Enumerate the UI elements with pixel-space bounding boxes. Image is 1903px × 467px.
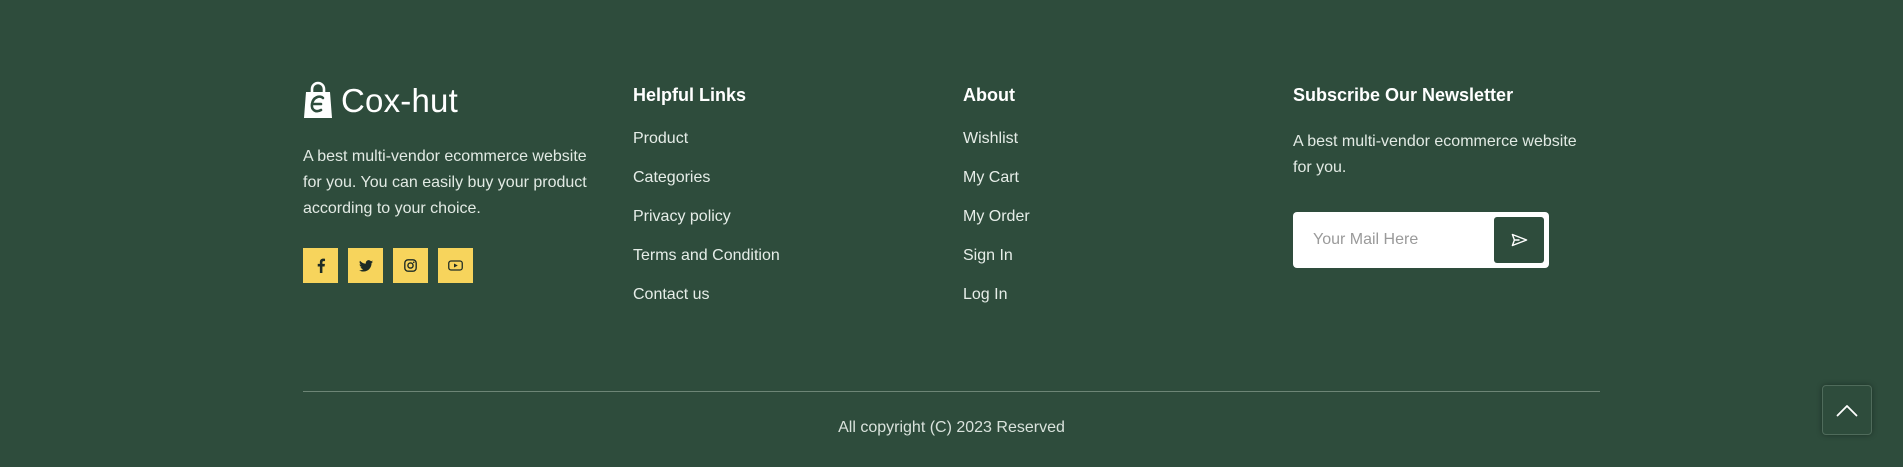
- link-categories[interactable]: Categories: [633, 168, 933, 207]
- youtube-icon: [448, 260, 463, 271]
- link-terms-and-condition[interactable]: Terms and Condition: [633, 246, 933, 285]
- brand-name: Cox-hut: [341, 81, 458, 119]
- link-wishlist[interactable]: Wishlist: [963, 129, 1263, 168]
- link-my-order[interactable]: My Order: [963, 207, 1263, 246]
- about-title: About: [963, 85, 1015, 105]
- newsletter-send-button[interactable]: [1494, 217, 1544, 263]
- chevron-up-icon: [1836, 404, 1858, 416]
- footer-container: Cox-hut A best multi-vendor ecommerce we…: [303, 0, 1600, 467]
- youtube-button[interactable]: [438, 248, 473, 283]
- send-icon: [1511, 233, 1527, 247]
- facebook-icon: [317, 258, 325, 273]
- link-privacy-policy[interactable]: Privacy policy: [633, 207, 933, 246]
- about-links-list: Wishlist My Cart My Order Sign In Log In: [963, 129, 1263, 324]
- newsletter-title: Subscribe Our Newsletter: [1293, 85, 1514, 105]
- brand-description: A best multi-vendor ecommerce website fo…: [303, 148, 587, 217]
- helpful-links-column: Helpful Links Product Categories Privacy…: [633, 78, 933, 324]
- social-links: [303, 248, 603, 283]
- brand[interactable]: Cox-hut: [303, 78, 603, 122]
- shopping-bag-e-icon: [304, 81, 332, 118]
- helpful-links-list: Product Categories Privacy policy Terms …: [633, 129, 933, 324]
- link-contact-us[interactable]: Contact us: [633, 285, 933, 324]
- instagram-button[interactable]: [393, 248, 428, 283]
- instagram-icon: [404, 259, 417, 272]
- link-sign-in[interactable]: Sign In: [963, 246, 1263, 285]
- newsletter-form: [1293, 212, 1549, 268]
- twitter-button[interactable]: [348, 248, 383, 283]
- helpful-links-title: Helpful Links: [633, 85, 747, 105]
- facebook-button[interactable]: [303, 248, 338, 283]
- scroll-to-top-button[interactable]: [1822, 385, 1872, 435]
- newsletter-description: A best multi-vendor ecommerce website fo…: [1293, 133, 1577, 176]
- footer-divider: [303, 391, 1600, 392]
- link-log-in[interactable]: Log In: [963, 285, 1263, 324]
- newsletter-email-input[interactable]: [1293, 212, 1483, 268]
- copyright-text: All copyright (C) 2023 Reserved: [838, 419, 1065, 436]
- brand-column: Cox-hut A best multi-vendor ecommerce we…: [303, 78, 603, 283]
- link-product[interactable]: Product: [633, 129, 933, 168]
- about-column: About Wishlist My Cart My Order Sign In …: [963, 78, 1263, 324]
- newsletter-column: Subscribe Our Newsletter A best multi-ve…: [1293, 78, 1603, 268]
- link-my-cart[interactable]: My Cart: [963, 168, 1263, 207]
- twitter-icon: [358, 259, 373, 272]
